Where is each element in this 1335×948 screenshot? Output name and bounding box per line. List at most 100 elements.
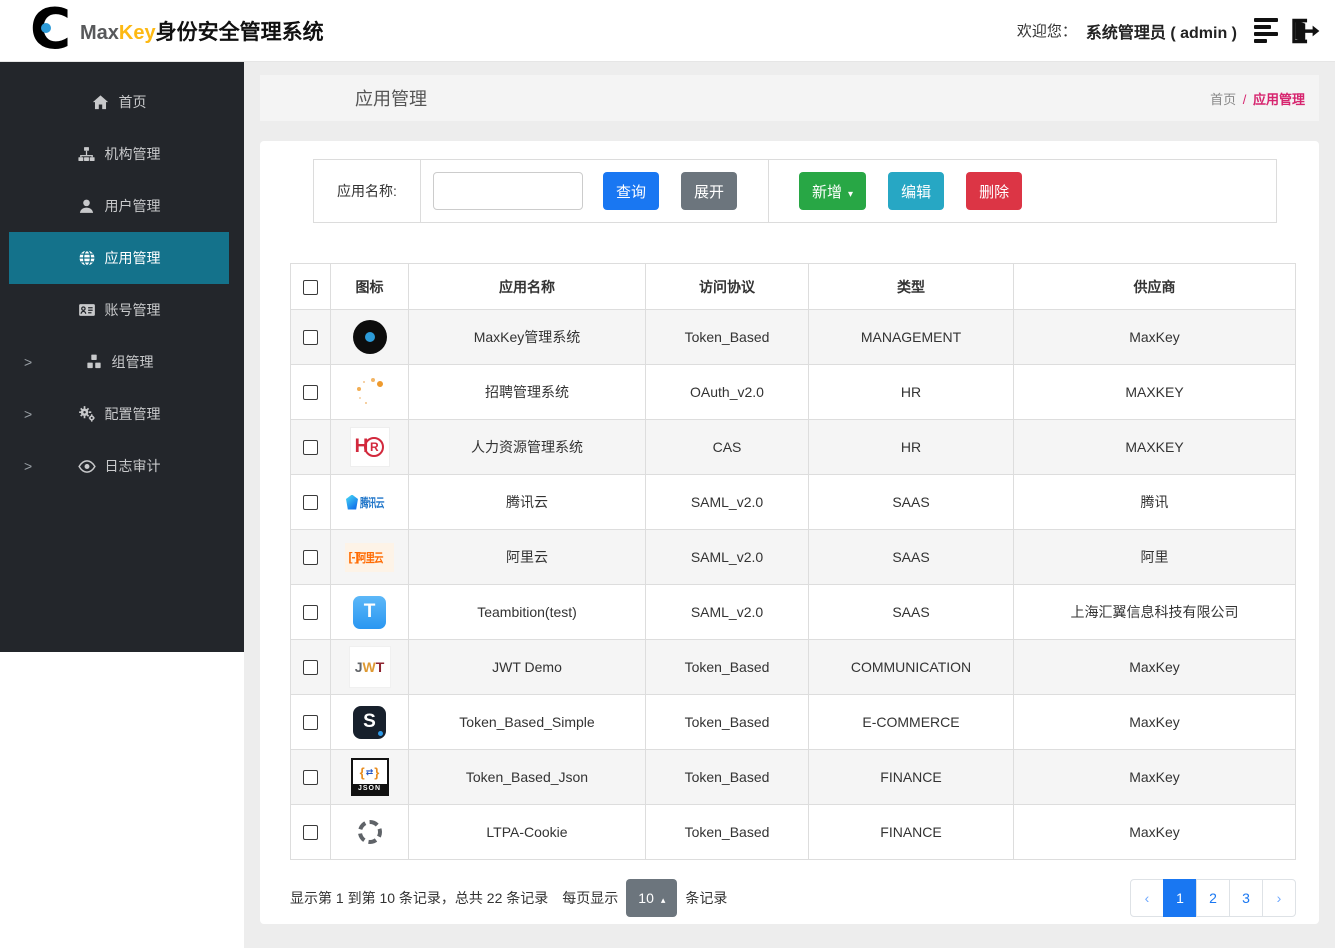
table-row[interactable]: {⇄} JSON Token_Based_Json Token_Based FIN… — [290, 749, 1296, 805]
search-label: 应用名称: — [314, 160, 421, 222]
pagination: ‹ 1 2 3 › — [1130, 879, 1296, 917]
jwt-icon: JWT — [331, 647, 408, 687]
app-name-cell: 人力资源管理系统 — [408, 419, 646, 475]
brand-title: MaxKey身份安全管理系统 — [80, 16, 324, 46]
hr-logo-icon: HR — [331, 428, 408, 466]
page-size-select[interactable]: 10 ▴ — [626, 879, 678, 917]
sidebar-item-账号管理[interactable]: > 账号管理 — [9, 284, 229, 336]
vendor-cell: MaxKey — [1013, 639, 1296, 695]
select-all-checkbox[interactable] — [303, 279, 318, 295]
protocol-cell: Token_Based — [645, 804, 809, 860]
tencent-cloud-icon: 腾讯云 — [331, 494, 408, 511]
sidebar-item-首页[interactable]: > 首页 — [9, 76, 229, 128]
row-checkbox[interactable] — [303, 495, 318, 511]
sidebar-item-label: 日志审计 — [104, 458, 161, 474]
delete-button[interactable]: 删除 — [966, 172, 1023, 210]
logout-icon[interactable] — [1287, 15, 1321, 47]
col-protocol: 访问协议 — [645, 263, 809, 310]
sidebar-item-label: 账号管理 — [104, 302, 161, 318]
protocol-cell: CAS — [645, 419, 809, 475]
sidebar-item-label: 应用管理 — [104, 250, 161, 266]
row-checkbox[interactable] — [303, 385, 318, 401]
pagination-next[interactable]: › — [1262, 879, 1296, 917]
sidebar-item-label: 机构管理 — [104, 146, 161, 162]
page-title: 应用管理 — [355, 89, 427, 109]
page-header-bar: 应用管理 首页 / 应用管理 — [260, 75, 1319, 121]
row-checkbox[interactable] — [303, 330, 318, 346]
table-row[interactable]: 腾讯云 腾讯云 SAML_v2.0 SAAS 腾讯 — [290, 474, 1296, 530]
expand-button[interactable]: 展开 — [681, 172, 738, 210]
row-checkbox[interactable] — [303, 825, 318, 841]
app-name-input[interactable] — [433, 172, 583, 210]
col-vendor: 供应商 — [1013, 263, 1296, 310]
sidebar-item-机构管理[interactable]: > 机构管理 — [9, 128, 229, 180]
table-row[interactable]: 招聘管理系统 OAuth_v2.0 HR MAXKEY — [290, 364, 1296, 420]
vendor-cell: 腾讯 — [1013, 474, 1296, 530]
table-row[interactable]: S Token_Based_Simple Token_Based E-COMME… — [290, 694, 1296, 750]
breadcrumb-current: 应用管理 — [1252, 91, 1305, 107]
vendor-cell: MaxKey — [1013, 694, 1296, 750]
type-cell: COMMUNICATION — [808, 639, 1014, 695]
row-checkbox[interactable] — [303, 715, 318, 731]
table-row[interactable]: [-] 阿里云 阿里云 SAML_v2.0 SAAS 阿里 — [290, 529, 1296, 585]
sidebar-item-label: 首页 — [118, 94, 147, 110]
vendor-cell: MAXKEY — [1013, 419, 1296, 475]
select-all-cell — [290, 263, 331, 310]
s-dark-icon: S — [331, 705, 408, 739]
chevron-right-icon: > — [24, 406, 33, 422]
spinner-dots-icon — [331, 375, 408, 409]
app-name-cell: 阿里云 — [408, 529, 646, 585]
teambition-icon: T — [331, 595, 408, 629]
protocol-cell: Token_Based — [645, 749, 809, 805]
add-button[interactable]: 新增 ▾ — [799, 172, 867, 210]
brand-suffix: 身份安全管理系统 — [155, 20, 324, 44]
pagination-page-2[interactable]: 2 — [1196, 879, 1230, 917]
table-row[interactable]: T Teambition(test) SAML_v2.0 SAAS 上海汇翼信息… — [290, 584, 1296, 640]
home-icon — [92, 93, 110, 111]
protocol-cell: Token_Based — [645, 694, 809, 750]
pagination-page-1[interactable]: 1 — [1163, 879, 1197, 917]
type-cell: FINANCE — [808, 804, 1014, 860]
content-card: 应用名称: 查询 展开 新增 ▾ 编辑 删除 图标 应用名称 访问协议 类型 供应 — [260, 141, 1319, 924]
pagination-page-3[interactable]: 3 — [1229, 879, 1263, 917]
vendor-cell: MaxKey — [1013, 804, 1296, 860]
sidebar-item-配置管理[interactable]: > 配置管理 — [9, 388, 229, 440]
row-checkbox[interactable] — [303, 550, 318, 566]
org-icon — [78, 145, 96, 163]
per-page-label: 每页显示 — [562, 890, 619, 906]
table-row[interactable]: HR 人力资源管理系统 CAS HR MAXKEY — [290, 419, 1296, 475]
gears-icon — [78, 405, 96, 423]
caret-down-icon: ▾ — [848, 188, 854, 200]
eye-icon — [77, 457, 96, 475]
protocol-cell: SAML_v2.0 — [645, 474, 809, 530]
breadcrumb-home-link[interactable]: 首页 — [1210, 92, 1236, 107]
row-checkbox[interactable] — [303, 605, 318, 621]
app-name-cell: JWT Demo — [408, 639, 646, 695]
type-cell: SAAS — [808, 529, 1014, 585]
list-icon[interactable] — [1254, 15, 1278, 46]
row-checkbox[interactable] — [303, 770, 318, 786]
table-row[interactable]: MaxKey管理系统 Token_Based MANAGEMENT MaxKey — [290, 309, 1296, 365]
sidebar-item-组管理[interactable]: > 组管理 — [9, 336, 229, 388]
app-name-cell: MaxKey管理系统 — [408, 309, 646, 365]
pagination-prev[interactable]: ‹ — [1130, 879, 1164, 917]
sidebar-item-用户管理[interactable]: > 用户管理 — [9, 180, 229, 232]
row-checkbox[interactable] — [303, 660, 318, 676]
ltpa-icon — [331, 820, 408, 844]
type-cell: SAAS — [808, 474, 1014, 530]
current-user-label: 系统管理员 ( admin ) — [1085, 24, 1237, 42]
sidebar-item-label: 用户管理 — [104, 198, 161, 214]
protocol-cell: Token_Based — [645, 639, 809, 695]
maxkey-app-icon — [331, 320, 408, 354]
row-checkbox[interactable] — [303, 440, 318, 456]
app-name-cell: 招聘管理系统 — [408, 364, 646, 420]
query-button[interactable]: 查询 — [603, 172, 660, 210]
edit-button[interactable]: 编辑 — [888, 172, 945, 210]
table-row[interactable]: LTPA-Cookie Token_Based FINANCE MaxKey — [290, 804, 1296, 860]
sidebar-item-日志审计[interactable]: > 日志审计 — [9, 440, 229, 492]
json-icon: {⇄} JSON — [331, 758, 408, 796]
globe-icon — [78, 249, 96, 267]
type-cell: MANAGEMENT — [808, 309, 1014, 365]
table-row[interactable]: JWT JWT Demo Token_Based COMMUNICATION M… — [290, 639, 1296, 695]
sidebar-item-应用管理[interactable]: > 应用管理 — [9, 232, 229, 284]
